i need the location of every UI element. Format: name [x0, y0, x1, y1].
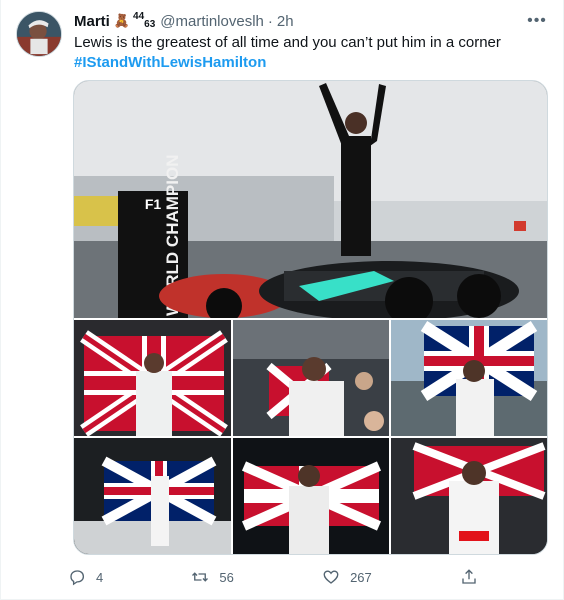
name-subscript: 63	[144, 18, 156, 30]
media-image[interactable]: F1 WORLD CHAMPION	[73, 80, 548, 555]
tweet-actions: 4 56 267	[68, 566, 478, 588]
flag-photo-1	[74, 319, 232, 437]
flag-photo-2	[232, 319, 390, 437]
tweet-body: Lewis is the greatest of all time and yo…	[74, 34, 501, 51]
name-superscript: 44	[133, 10, 145, 22]
reply-count: 4	[96, 569, 104, 585]
retweet-button[interactable]: 56	[191, 568, 234, 586]
display-name[interactable]: Marti	[74, 13, 110, 30]
flag-photo-6	[390, 437, 547, 554]
reply-icon	[70, 570, 85, 586]
like-button[interactable]: 267	[322, 568, 372, 586]
flag-photo-4	[74, 437, 232, 554]
flag-photo-5	[232, 437, 390, 554]
share-button[interactable]	[460, 568, 478, 586]
f1-logo: F1	[145, 196, 162, 212]
reply-button[interactable]: 4	[68, 568, 103, 586]
more-options-icon[interactable]: •••	[525, 11, 549, 31]
timestamp[interactable]: 2h	[277, 13, 294, 30]
teddy-bear-emoji: 🧸	[113, 13, 131, 28]
like-count: 267	[350, 569, 372, 585]
share-icon	[462, 569, 476, 584]
avatar-image	[17, 12, 61, 56]
separator-dot: ·	[267, 12, 273, 30]
avatar[interactable]	[16, 11, 62, 57]
retweet-icon	[192, 572, 209, 582]
user-handle[interactable]: @martinloveslh	[160, 13, 264, 30]
tweet[interactable]: Marti 🧸 44 63 @martinloveslh · 2h ••• Le…	[0, 0, 564, 600]
podium-photo: F1 WORLD CHAMPION	[74, 81, 547, 325]
tweet-header: Marti 🧸 44 63 @martinloveslh · 2h •••	[74, 11, 549, 31]
retweet-count: 56	[219, 569, 234, 585]
tweet-text: Lewis is the greatest of all time and yo…	[74, 33, 549, 73]
hashtag-link[interactable]: #IStandWithLewisHamilton	[74, 53, 549, 73]
heart-icon	[323, 570, 339, 584]
flag-photo-3	[390, 319, 547, 437]
